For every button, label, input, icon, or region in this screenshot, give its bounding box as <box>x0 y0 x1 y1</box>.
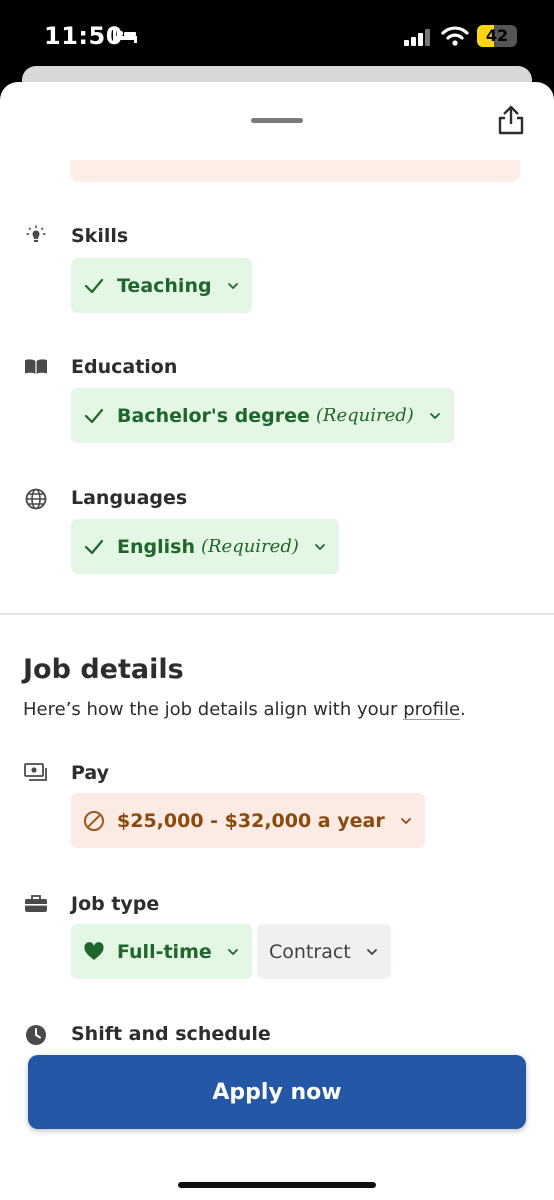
profile-link[interactable]: profile <box>403 699 460 720</box>
chip-qualifier: (Required) <box>315 405 414 426</box>
pay-chip[interactable]: $25,000 - $32,000 a year <box>71 793 425 848</box>
cash-icon <box>24 763 47 781</box>
cellular-signal-icon <box>404 29 430 46</box>
education-heading: Education <box>71 356 178 378</box>
share-icon[interactable] <box>497 104 525 136</box>
chip-qualifier: (Required) <box>200 536 299 557</box>
job-details-title: Job details <box>23 654 184 685</box>
education-chip-bachelors[interactable]: Bachelor's degree (Required) <box>71 388 454 443</box>
bed-icon <box>113 28 137 43</box>
pay-warning-strip <box>70 160 520 182</box>
checkmark-icon <box>84 539 104 554</box>
briefcase-icon <box>25 895 47 912</box>
sheet-grabber[interactable] <box>251 118 303 123</box>
pay-heading: Pay <box>71 762 110 784</box>
chip-label: Bachelor's degree <box>117 404 310 427</box>
wifi-icon <box>441 26 469 46</box>
chip-label: $25,000 - $32,000 a year <box>117 809 385 832</box>
chip-label: English <box>117 535 195 558</box>
skills-heading: Skills <box>71 225 129 247</box>
section-divider <box>0 613 554 615</box>
chip-label: Teaching <box>117 274 212 297</box>
chevron-down-icon <box>227 282 238 289</box>
languages-heading: Languages <box>71 487 188 509</box>
checkmark-icon <box>84 278 104 293</box>
job-type-chip-full-time[interactable]: Full-time <box>71 924 252 979</box>
skill-chip-teaching[interactable]: Teaching <box>71 258 252 313</box>
chevron-down-icon <box>400 817 411 824</box>
globe-icon <box>25 488 47 510</box>
lightbulb-icon <box>26 225 46 242</box>
subtitle-text: Here’s how the job details align with yo… <box>23 699 404 720</box>
battery-icon: 42 <box>477 25 517 47</box>
subtitle-period: . <box>460 699 466 720</box>
job-type-chip-contract[interactable]: Contract <box>257 924 391 979</box>
job-details-subtitle: Here’s how the job details align with yo… <box>23 699 466 720</box>
language-chip-english[interactable]: English (Required) <box>71 519 339 574</box>
clock-icon <box>26 1025 46 1045</box>
chip-label: Contract <box>269 940 351 963</box>
apply-now-button[interactable]: Apply now <box>28 1055 526 1129</box>
heart-icon <box>84 941 104 960</box>
home-indicator <box>178 1182 376 1188</box>
chevron-down-icon <box>429 412 440 419</box>
prohibited-icon <box>84 810 104 831</box>
chevron-down-icon <box>314 543 325 550</box>
book-icon <box>25 359 47 374</box>
job-details-sheet: Skills Teaching Education Bachelor's deg… <box>0 82 554 1200</box>
chevron-down-icon <box>366 948 377 955</box>
battery-percentage: 42 <box>485 26 509 45</box>
checkmark-icon <box>84 408 104 423</box>
shift-schedule-heading: Shift and schedule <box>71 1023 271 1045</box>
chip-label: Full-time <box>117 940 212 963</box>
chevron-down-icon <box>227 948 238 955</box>
job-type-heading: Job type <box>71 893 160 915</box>
